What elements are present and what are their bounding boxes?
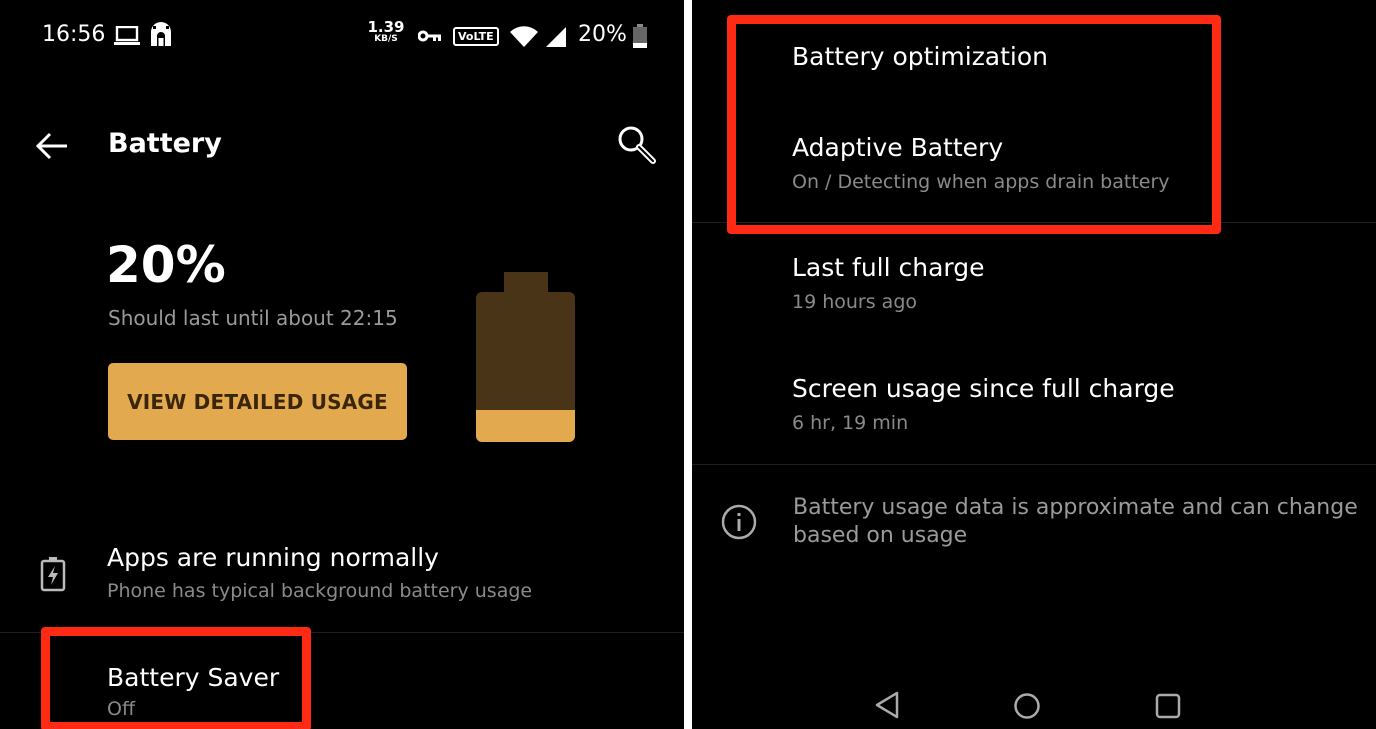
vpn-monitor-icon (148, 22, 174, 52)
battery-estimate: Should last until about 22:15 (108, 306, 398, 330)
volte-badge: VoLTE (453, 27, 499, 46)
last-full-charge-title: Last full charge (792, 253, 985, 282)
screen-usage-value: 6 hr, 19 min (792, 412, 909, 434)
apps-status-subtitle: Phone has typical background battery usa… (107, 580, 533, 602)
battery-status-icon (633, 24, 647, 52)
circle-home-icon[interactable] (1013, 692, 1041, 724)
battery-level-graphic (476, 272, 576, 448)
cell-signal-icon (545, 26, 567, 52)
key-icon (417, 28, 442, 47)
highlight-box-optimization (727, 15, 1221, 234)
status-battery-percent: 20% (578, 22, 627, 47)
square-recents-icon[interactable] (1155, 693, 1181, 723)
search-icon[interactable] (616, 124, 658, 170)
right-screenshot-panel: Battery optimization Adaptive Battery On… (692, 0, 1376, 729)
wifi-icon (509, 26, 539, 52)
network-speed: 1.39 KB/S (367, 20, 405, 44)
divider (692, 464, 1376, 465)
apps-status-title: Apps are running normally (107, 543, 439, 572)
info-icon (720, 503, 758, 545)
last-full-charge-value: 19 hours ago (792, 291, 918, 313)
info-note-line2: based on usage (793, 523, 968, 548)
view-detailed-usage-button[interactable]: VIEW DETAILED USAGE (108, 363, 407, 440)
status-time: 16:56 (42, 22, 106, 47)
highlight-box-battery-saver (41, 627, 311, 729)
network-speed-value: 1.39 (367, 18, 405, 36)
triangle-back-icon[interactable] (874, 690, 900, 724)
battery-charging-icon (40, 556, 66, 596)
laptop-icon (114, 25, 140, 50)
screen-usage-title: Screen usage since full charge (792, 374, 1175, 403)
status-bar: 16:56 1.39 KB/S VoLTE 20% (0, 0, 684, 72)
network-speed-unit: KB/S (374, 34, 398, 44)
left-screenshot-panel: 16:56 1.39 KB/S VoLTE 20% Battery 20% Sh… (0, 0, 684, 729)
arrow-left-icon[interactable] (34, 128, 70, 168)
info-note-line1: Battery usage data is approximate and ca… (793, 495, 1358, 520)
battery-level: 20% (106, 236, 226, 294)
page-title: Battery (108, 128, 222, 159)
